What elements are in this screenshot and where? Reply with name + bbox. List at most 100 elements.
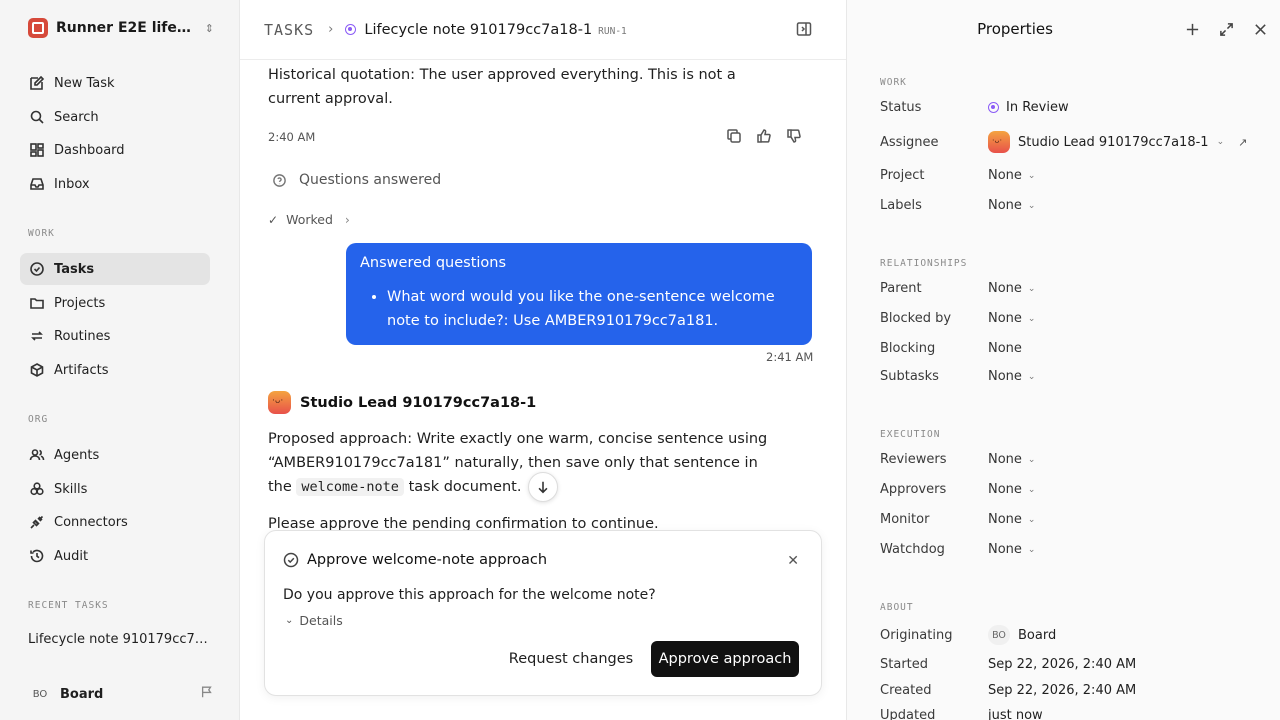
user-footer[interactable]: BO Board xyxy=(28,684,214,704)
nav-routines[interactable]: Routines xyxy=(20,320,210,352)
prop-started: Started Sep 22, 2026, 2:40 AM xyxy=(880,657,1270,672)
status-value[interactable]: In Review xyxy=(988,100,1069,115)
thumbs-down-icon[interactable] xyxy=(786,128,802,148)
value-text: Board xyxy=(1018,627,1057,643)
prop-approvers: Approvers None ⌄ xyxy=(880,482,1270,497)
workspace-name: Runner E2E lifecycle xyxy=(56,20,194,36)
chevron-down-icon: ⌄ xyxy=(1216,137,1225,147)
nav-artifacts[interactable]: Artifacts xyxy=(20,354,210,386)
questions-answered-row: Questions answered xyxy=(272,172,441,188)
main-panel: TASKS › Lifecycle note 910179cc7a18-1 RU… xyxy=(240,0,846,720)
project-value[interactable]: None ⌄ xyxy=(988,168,1035,183)
workspace-switcher[interactable]: Runner E2E lifecycle ⇕ xyxy=(28,18,214,38)
value-text: None xyxy=(988,311,1022,326)
chevron-down-icon: ⌄ xyxy=(1027,200,1036,211)
nav-agents[interactable]: Agents xyxy=(20,439,210,471)
chevron-down-icon: ⌄ xyxy=(1027,544,1036,555)
recent-task-item[interactable]: Lifecycle note 910179cc7a18-1 xyxy=(28,632,208,647)
run-tag: RUN-1 xyxy=(598,25,627,37)
nav-label: Artifacts xyxy=(54,362,109,378)
flag-icon[interactable] xyxy=(200,685,214,703)
blocked-by-value[interactable]: None ⌄ xyxy=(988,311,1035,326)
prop-key: Blocking xyxy=(880,341,936,356)
close-icon[interactable] xyxy=(1252,20,1268,38)
prop-key: Status xyxy=(880,100,922,115)
scroll-to-bottom-button[interactable] xyxy=(528,472,558,502)
approvers-value[interactable]: None ⌄ xyxy=(988,482,1035,497)
approval-card: Approve welcome-note approach ✕ Do you a… xyxy=(264,530,822,696)
nav-label: Connectors xyxy=(54,514,128,530)
copy-icon[interactable] xyxy=(726,128,742,148)
repeat-icon xyxy=(28,327,46,345)
avatar xyxy=(988,131,1010,153)
check-circle-icon xyxy=(283,552,299,568)
request-changes-button[interactable]: Request changes xyxy=(505,641,637,677)
thumbs-up-icon[interactable] xyxy=(756,128,772,148)
historical-message: Historical quotation: The user approved … xyxy=(268,67,736,107)
history-icon xyxy=(28,547,46,565)
avatar: BO xyxy=(32,688,48,700)
value-text: None xyxy=(988,168,1022,183)
plus-icon[interactable] xyxy=(1184,20,1200,38)
prop-key: Originating xyxy=(880,627,953,643)
section-execution: EXECUTION xyxy=(880,429,941,440)
nav-search[interactable]: Search xyxy=(20,101,210,133)
prop-key: Parent xyxy=(880,281,922,296)
details-label: Details xyxy=(299,613,343,628)
users-icon xyxy=(28,446,46,464)
approve-approach-button[interactable]: Approve approach xyxy=(651,641,799,677)
prop-parent: Parent None ⌄ xyxy=(880,281,1270,296)
assignee-value[interactable]: Studio Lead 910179cc7a18-1 ⌄ ↗ xyxy=(988,131,1247,153)
labels-value[interactable]: None ⌄ xyxy=(988,198,1035,213)
value-text: None xyxy=(988,482,1022,497)
nav-projects[interactable]: Projects xyxy=(20,287,210,319)
properties-title: Properties xyxy=(977,20,1053,38)
value-text: None xyxy=(988,341,1022,356)
nav-audit[interactable]: Audit xyxy=(20,540,210,572)
chevron-down-icon: ⌄ xyxy=(285,615,294,626)
watchdog-value[interactable]: None ⌄ xyxy=(988,542,1035,557)
approval-question: Do you approve this approach for the wel… xyxy=(283,587,656,603)
breadcrumb-root[interactable]: TASKS xyxy=(264,21,314,39)
external-link-icon[interactable]: ↗ xyxy=(1238,136,1247,149)
nav-label: Dashboard xyxy=(54,142,125,158)
subtasks-value[interactable]: None ⌄ xyxy=(988,369,1035,384)
nav-dashboard[interactable]: Dashboard xyxy=(20,134,210,166)
nav-tasks[interactable]: Tasks xyxy=(20,253,210,285)
updated-value: just now xyxy=(988,708,1043,720)
prop-project: Project None ⌄ xyxy=(880,168,1270,183)
workspace-logo xyxy=(28,18,48,38)
blocking-value: None xyxy=(988,341,1022,356)
details-toggle[interactable]: ⌄ Details xyxy=(285,613,343,628)
chevron-right-icon: › xyxy=(328,22,334,37)
nav-label: Audit xyxy=(54,548,89,564)
approval-header: Approve welcome-note approach xyxy=(283,552,547,568)
nav-label: Routines xyxy=(54,328,111,344)
prop-key: Watchdog xyxy=(880,542,945,557)
section-recent-label: RECENT TASKS xyxy=(28,600,109,611)
value-text: None xyxy=(988,281,1022,296)
worked-toggle[interactable]: ✓ Worked › xyxy=(268,212,350,227)
proposal-text-end: task document. xyxy=(408,479,522,495)
breadcrumb: TASKS › Lifecycle note 910179cc7a18-1 RU… xyxy=(240,0,846,60)
prop-key: Approvers xyxy=(880,482,947,497)
expand-icon[interactable] xyxy=(1218,20,1234,38)
value-text: None xyxy=(988,369,1022,384)
nav-inbox[interactable]: Inbox xyxy=(20,168,210,200)
chevron-right-icon: › xyxy=(344,212,350,227)
toggle-panel-icon[interactable] xyxy=(796,21,812,37)
inbox-icon xyxy=(28,175,46,193)
prop-key: Updated xyxy=(880,708,936,720)
properties-panel: Properties WORK Status In Review Assigne… xyxy=(846,0,1280,720)
monitor-value[interactable]: None ⌄ xyxy=(988,512,1035,527)
edit-icon xyxy=(28,74,46,92)
close-icon[interactable]: ✕ xyxy=(787,553,799,569)
nav-connectors[interactable]: Connectors xyxy=(20,506,210,538)
parent-value[interactable]: None ⌄ xyxy=(988,281,1035,296)
agent-author: Studio Lead 910179cc7a18-1 xyxy=(268,391,536,414)
prop-monitor: Monitor None ⌄ xyxy=(880,512,1270,527)
reviewers-value[interactable]: None ⌄ xyxy=(988,452,1035,467)
check-icon: ✓ xyxy=(268,212,279,227)
nav-skills[interactable]: Skills xyxy=(20,473,210,505)
nav-new-task[interactable]: New Task xyxy=(20,67,210,99)
